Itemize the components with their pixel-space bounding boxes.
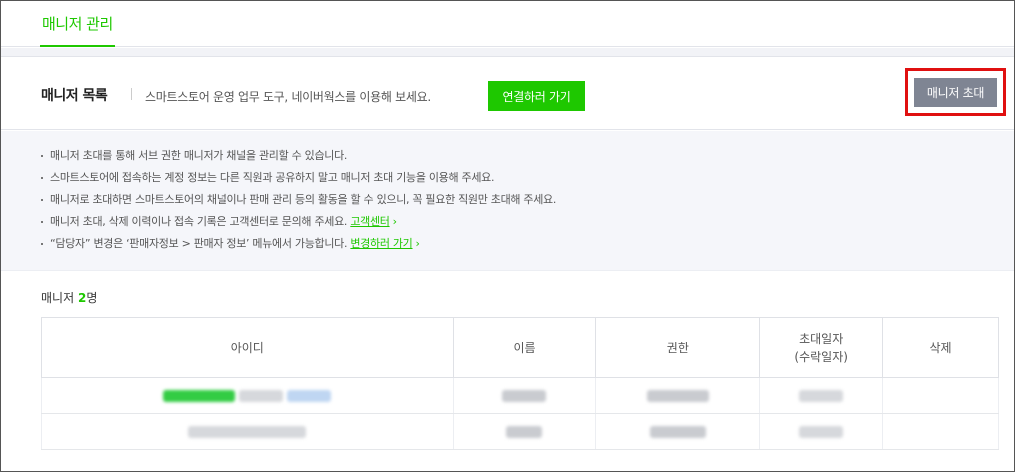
redacted-mark [649,426,706,438]
redacted-mark [239,390,284,402]
notice-item: 매니저 초대를 통해 서브 권한 매니저가 채널을 관리할 수 있습니다. [41,149,556,171]
column-header-invite-date: 초대일자 (수락일자) [759,317,884,378]
panel-title: 매니저 목록 [41,88,108,104]
table-row [41,377,999,414]
cell-role-redacted [595,377,761,414]
panel-header: 매니저 목록 스마트스토어 운영 업무 도구, 네이버웍스를 이용해 보세요. … [1,58,1014,130]
cell-delete [882,413,999,450]
redacted-mark [506,426,543,438]
customer-center-link[interactable]: 고객센터 [350,215,390,228]
notice-box: 매니저 초대를 통해 서브 권한 매니저가 채널을 관리할 수 있습니다. 스마… [1,131,1014,271]
column-header-id: 아이디 [41,317,454,378]
tab-manager-management[interactable]: 매니저 관리 [40,13,115,47]
cell-name-redacted [452,413,597,450]
notice-item: 매니저 초대, 삭제 이력이나 접속 기록은 고객센터로 문의해 주세요. 고객… [41,215,556,237]
redacted-mark [188,426,307,438]
manager-table: 아이디 이름 권한 초대일자 (수락일자) 삭제 [41,317,999,450]
column-header-role: 권한 [595,317,761,378]
cell-id-redacted [41,413,454,450]
redacted-mark [163,390,236,402]
section-gap [1,48,1014,57]
column-header-name: 이름 [452,317,597,378]
table-row [41,413,999,450]
redacted-mark [799,390,844,402]
notice-item: 매니저로 초대하면 스마트스토어의 채널이나 판매 관리 등의 활동을 할 수 … [41,193,556,215]
panel-description: 스마트스토어 운영 업무 도구, 네이버웍스를 이용해 보세요. [145,90,431,104]
chevron-right-icon: › [392,215,397,228]
manager-panel: 매니저 목록 스마트스토어 운영 업무 도구, 네이버웍스를 이용해 보세요. … [1,58,1014,471]
invite-manager-button[interactable]: 매니저 초대 [914,78,997,107]
change-link[interactable]: 변경하러 가기 [350,237,412,250]
chevron-right-icon: › [415,237,420,250]
notice-list: 매니저 초대를 통해 서브 권한 매니저가 채널을 관리할 수 있습니다. 스마… [41,149,556,259]
redacted-mark [646,390,709,402]
redacted-mark [287,390,332,402]
cell-name-redacted [452,377,597,414]
connect-button[interactable]: 연결하러 가기 [488,81,585,111]
notice-item: “담당자” 변경은 ‘판매자정보 > 판매자 정보’ 메뉴에서 가능합니다. 변… [41,237,556,259]
cell-date-redacted [759,377,884,414]
cell-id-redacted [41,377,454,414]
redacted-mark [502,390,547,402]
notice-item: 스마트스토어에 접속하는 계정 정보는 다른 직원과 공유하지 말고 매니저 초… [41,171,556,193]
redacted-mark [799,426,844,438]
cell-delete [882,377,999,414]
title-divider [131,88,132,100]
manager-count: 매니저 2명 [41,291,98,305]
top-tab-bar: 매니저 관리 [1,1,1014,47]
cell-role-redacted [595,413,761,450]
cell-date-redacted [759,413,884,450]
invite-button-highlight: 매니저 초대 [905,68,1006,116]
column-header-delete: 삭제 [882,317,999,378]
